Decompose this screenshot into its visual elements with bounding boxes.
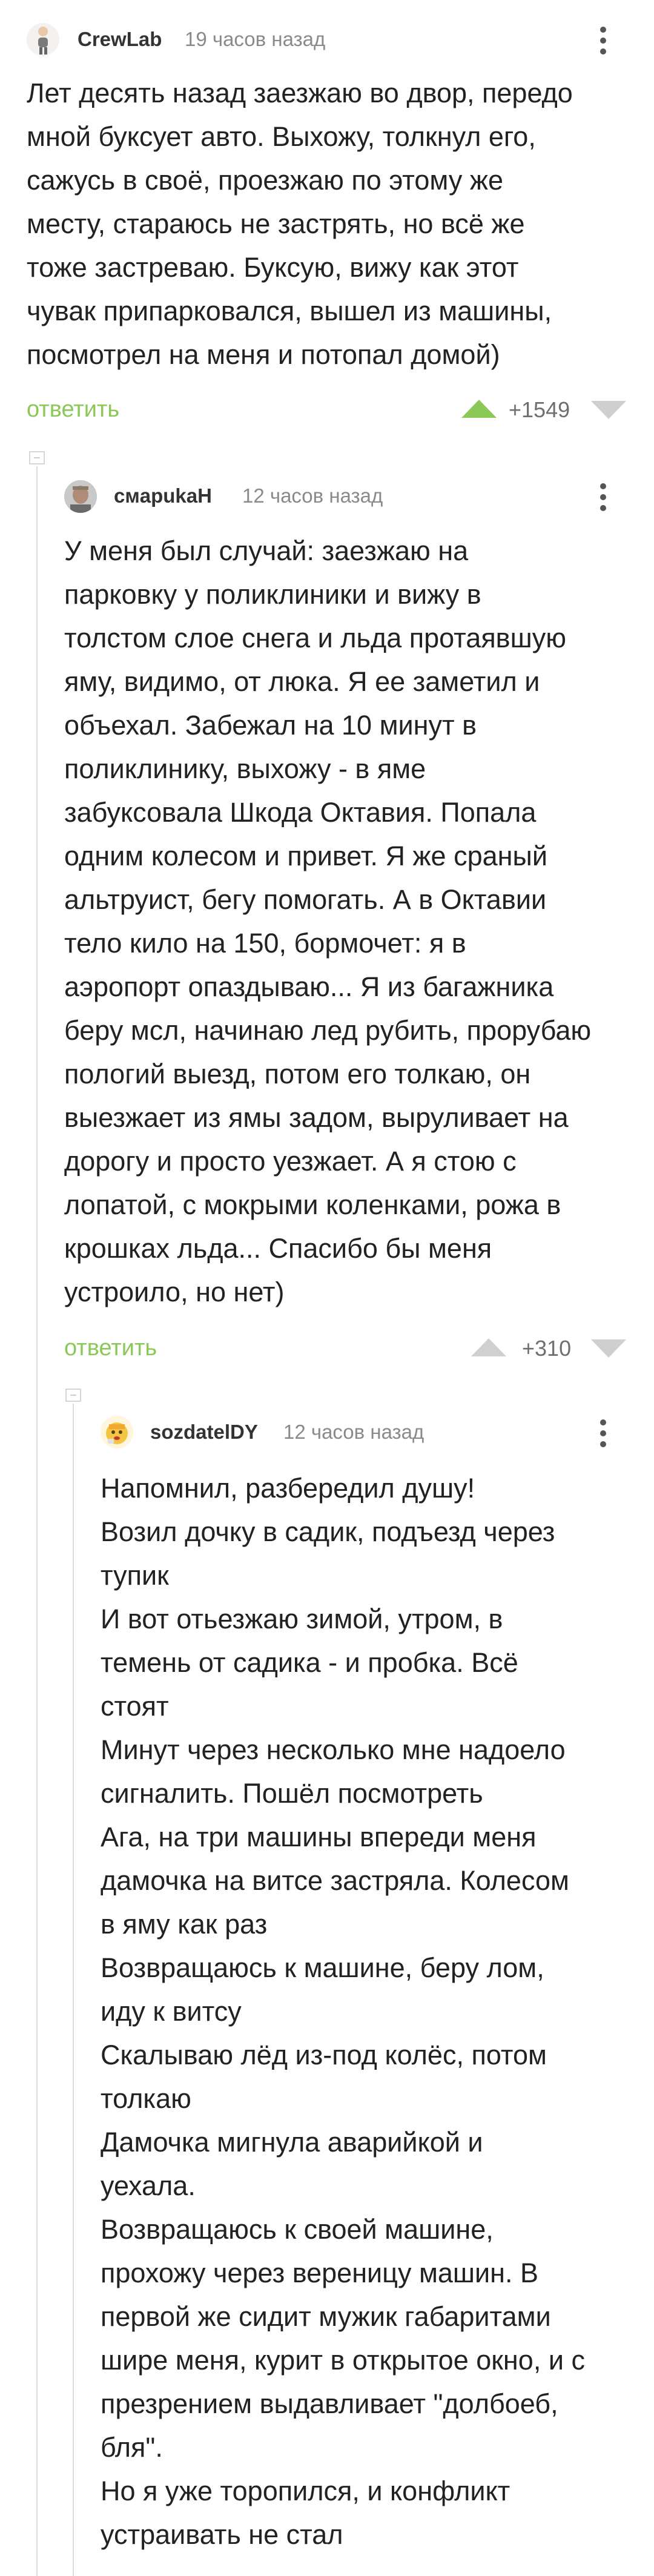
comment-text-line: сигналить. Пошёл посмотреть [101, 1778, 483, 1809]
comment-username[interactable]: sozdatelDY [150, 1421, 258, 1444]
comment-text-line: беру мсл, начинаю лед рубить, прорубаю [64, 1015, 592, 1046]
comment-text-line: устроило, но нет) [64, 1276, 285, 1307]
comment-text-line: выезжает из ямы задом, выруливает на [64, 1102, 569, 1133]
comment-text-line: Ага, на три машины впереди меня [101, 1821, 537, 1852]
comment-text-line: прохожу через вереницу машин. В [101, 2257, 539, 2288]
comment-body: Лет десять назад заезжаю во двор, передо… [27, 71, 638, 377]
comment-body: Напомнил, разбередил душу! Возил дочку в… [101, 1467, 646, 2557]
comment-text-line: пологий выезд, потом его толкаю, он [64, 1058, 531, 1089]
upvote-icon[interactable] [471, 1338, 506, 1356]
thread-line-level-1 [36, 466, 38, 2576]
reply-button[interactable]: ответить [27, 397, 119, 423]
comment-text-line: мной буксует авто. Выхожу, толкнул его, [27, 121, 536, 152]
collapse-thread-button-2[interactable] [65, 1389, 81, 1402]
comment-text-line: аэропорт опаздываю... Я из багажника [64, 971, 554, 1002]
comment-text-line: одним колесом и привет. Я же сраный [64, 841, 547, 871]
comment-text-line: иду к витсу [101, 1996, 242, 2027]
upvote-icon[interactable] [461, 400, 497, 418]
comment-text-line: Возил дочку в садик, подъезд через [101, 1516, 555, 1547]
comment-text-line: Скалываю лёд из-под колёс, потом [101, 2039, 547, 2070]
comment-text-line: Возвращаюсь к своей машине, [101, 2214, 494, 2245]
avatar[interactable] [101, 1416, 133, 1448]
comment-text-line: тоже застреваю. Буксую, вижу как этот [27, 252, 519, 283]
comment-text-line: бля". [101, 2432, 163, 2463]
comment-body: У меня был случай: заезжаю на парковку у… [64, 529, 646, 1314]
collapse-thread-button-1[interactable] [29, 451, 45, 464]
comment-rating: +1549 [509, 397, 570, 422]
comment-text-line: тупик [101, 1560, 169, 1591]
comment-text-line: Возвращаюсь к машине, беру лом, [101, 1952, 544, 1983]
comment-text-line: поликлинику, выхожу - в яме [64, 753, 426, 784]
comment-text-line: И вот отьезжаю зимой, утром, в [101, 1603, 503, 1634]
comment-text-line: дорогу и просто уезжает. А я стою с [64, 1146, 517, 1177]
comment-text-line: парковку у поликлиники и вижу в [64, 579, 481, 610]
comment-rating: +310 [522, 1336, 572, 1361]
comment-text-line: альтруист, бегу помогать. А в Октавии [64, 884, 547, 915]
comment-text-line: уехала. [101, 2170, 196, 2201]
comment-text-line: лопатой, с мокрыми коленками, рожа в [64, 1189, 561, 1220]
comment-text-line: первой же сидит мужик габаритами [101, 2301, 551, 2332]
more-options-icon[interactable] [600, 27, 607, 59]
comment-text-line: стоят [101, 1691, 169, 1722]
comment-text-line: крошках льда... Спасибо бы меня [64, 1233, 492, 1264]
comment-time: 19 часов назад [185, 28, 326, 50]
comment-text-line: чувак припарковался, вышел из машины, [27, 296, 552, 326]
downvote-icon[interactable] [591, 1339, 626, 1358]
avatar[interactable] [27, 23, 59, 56]
comment-time: 12 часов назад [242, 484, 383, 507]
comment-text-line: Дамочка мигнула аварийкой и [101, 2127, 483, 2158]
comment-text-line: яму, видимо, от люка. Я ее заметил и [64, 666, 540, 697]
comment-text-line: забуксовала Шкода Октавия. Попала [64, 797, 537, 828]
thread-line-level-2 [73, 1404, 74, 2576]
more-options-icon[interactable] [600, 483, 607, 516]
comment-text-line: сажусь в своё, проезжаю по этому же [27, 165, 503, 196]
reply-button[interactable]: ответить [64, 1335, 157, 1361]
comment-text-line: шире меня, курит в открытое окно, и с [101, 2345, 585, 2376]
comment-text-line: дамочка на витсе застряла. Колесом [101, 1865, 569, 1896]
comment-text-line: Минут через несколько мне надоело [101, 1734, 566, 1765]
comment-text-line: Лет десять назад заезжаю во двор, передо [27, 78, 573, 108]
comment-text-line: в яму как раз [101, 1909, 268, 1940]
comment-username[interactable]: cмapukaH [114, 484, 212, 507]
comment-text-line: месту, стараюсь не застрять, но всё же [27, 208, 525, 239]
comment-text-line: презрением выдавливает "долбоеб, [101, 2388, 558, 2419]
comment-time: 12 часов назад [283, 1421, 424, 1443]
comment-text-line: У меня был случай: заезжаю на [64, 535, 469, 566]
comment-text-line: толстом слое снега и льда протаявшую [64, 623, 566, 653]
comment-text-line: толкаю [101, 2083, 191, 2114]
avatar[interactable] [64, 480, 97, 513]
comment-text-line: устраивать не стал [101, 2519, 343, 2550]
comment-text-line: посмотрел на меня и потопал домой) [27, 339, 500, 370]
comment-text-line: Напомнил, разбередил душу! [101, 1473, 475, 1504]
comment-text-line: темень от садика - и пробка. Всё [101, 1647, 518, 1678]
comment-text-line: объехал. Забежал на 10 минут в [64, 710, 477, 741]
comment-text-line: Но я уже торопился, и конфликт [101, 2475, 510, 2506]
comment-text-line: тело кило на 150, бормочет: я в [64, 928, 466, 959]
comment-username[interactable]: CrewLab [78, 28, 162, 51]
more-options-icon[interactable] [600, 1419, 607, 1452]
downvote-icon[interactable] [591, 401, 626, 419]
